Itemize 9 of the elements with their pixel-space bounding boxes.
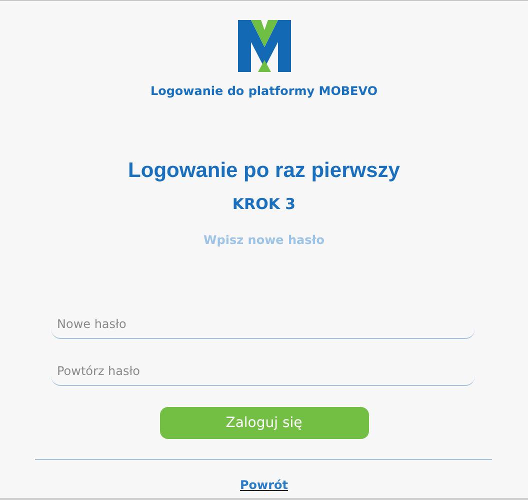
page-title: Logowanie po raz pierwszy bbox=[127, 158, 401, 184]
password-field[interactable]: Nowe hasło bbox=[51, 313, 475, 339]
step-label: KROK 3 bbox=[231, 194, 297, 214]
instruction-text: Wpisz nowe hasło bbox=[202, 232, 326, 249]
password-field[interactable]: Powtórz hasło bbox=[51, 360, 475, 386]
login-button[interactable]: Zaloguj się bbox=[160, 407, 368, 439]
subtitle: Logowanie do platformy MOBEVO bbox=[149, 83, 379, 100]
logo-icon bbox=[238, 20, 290, 72]
back-link[interactable]: Powrót bbox=[240, 476, 288, 494]
